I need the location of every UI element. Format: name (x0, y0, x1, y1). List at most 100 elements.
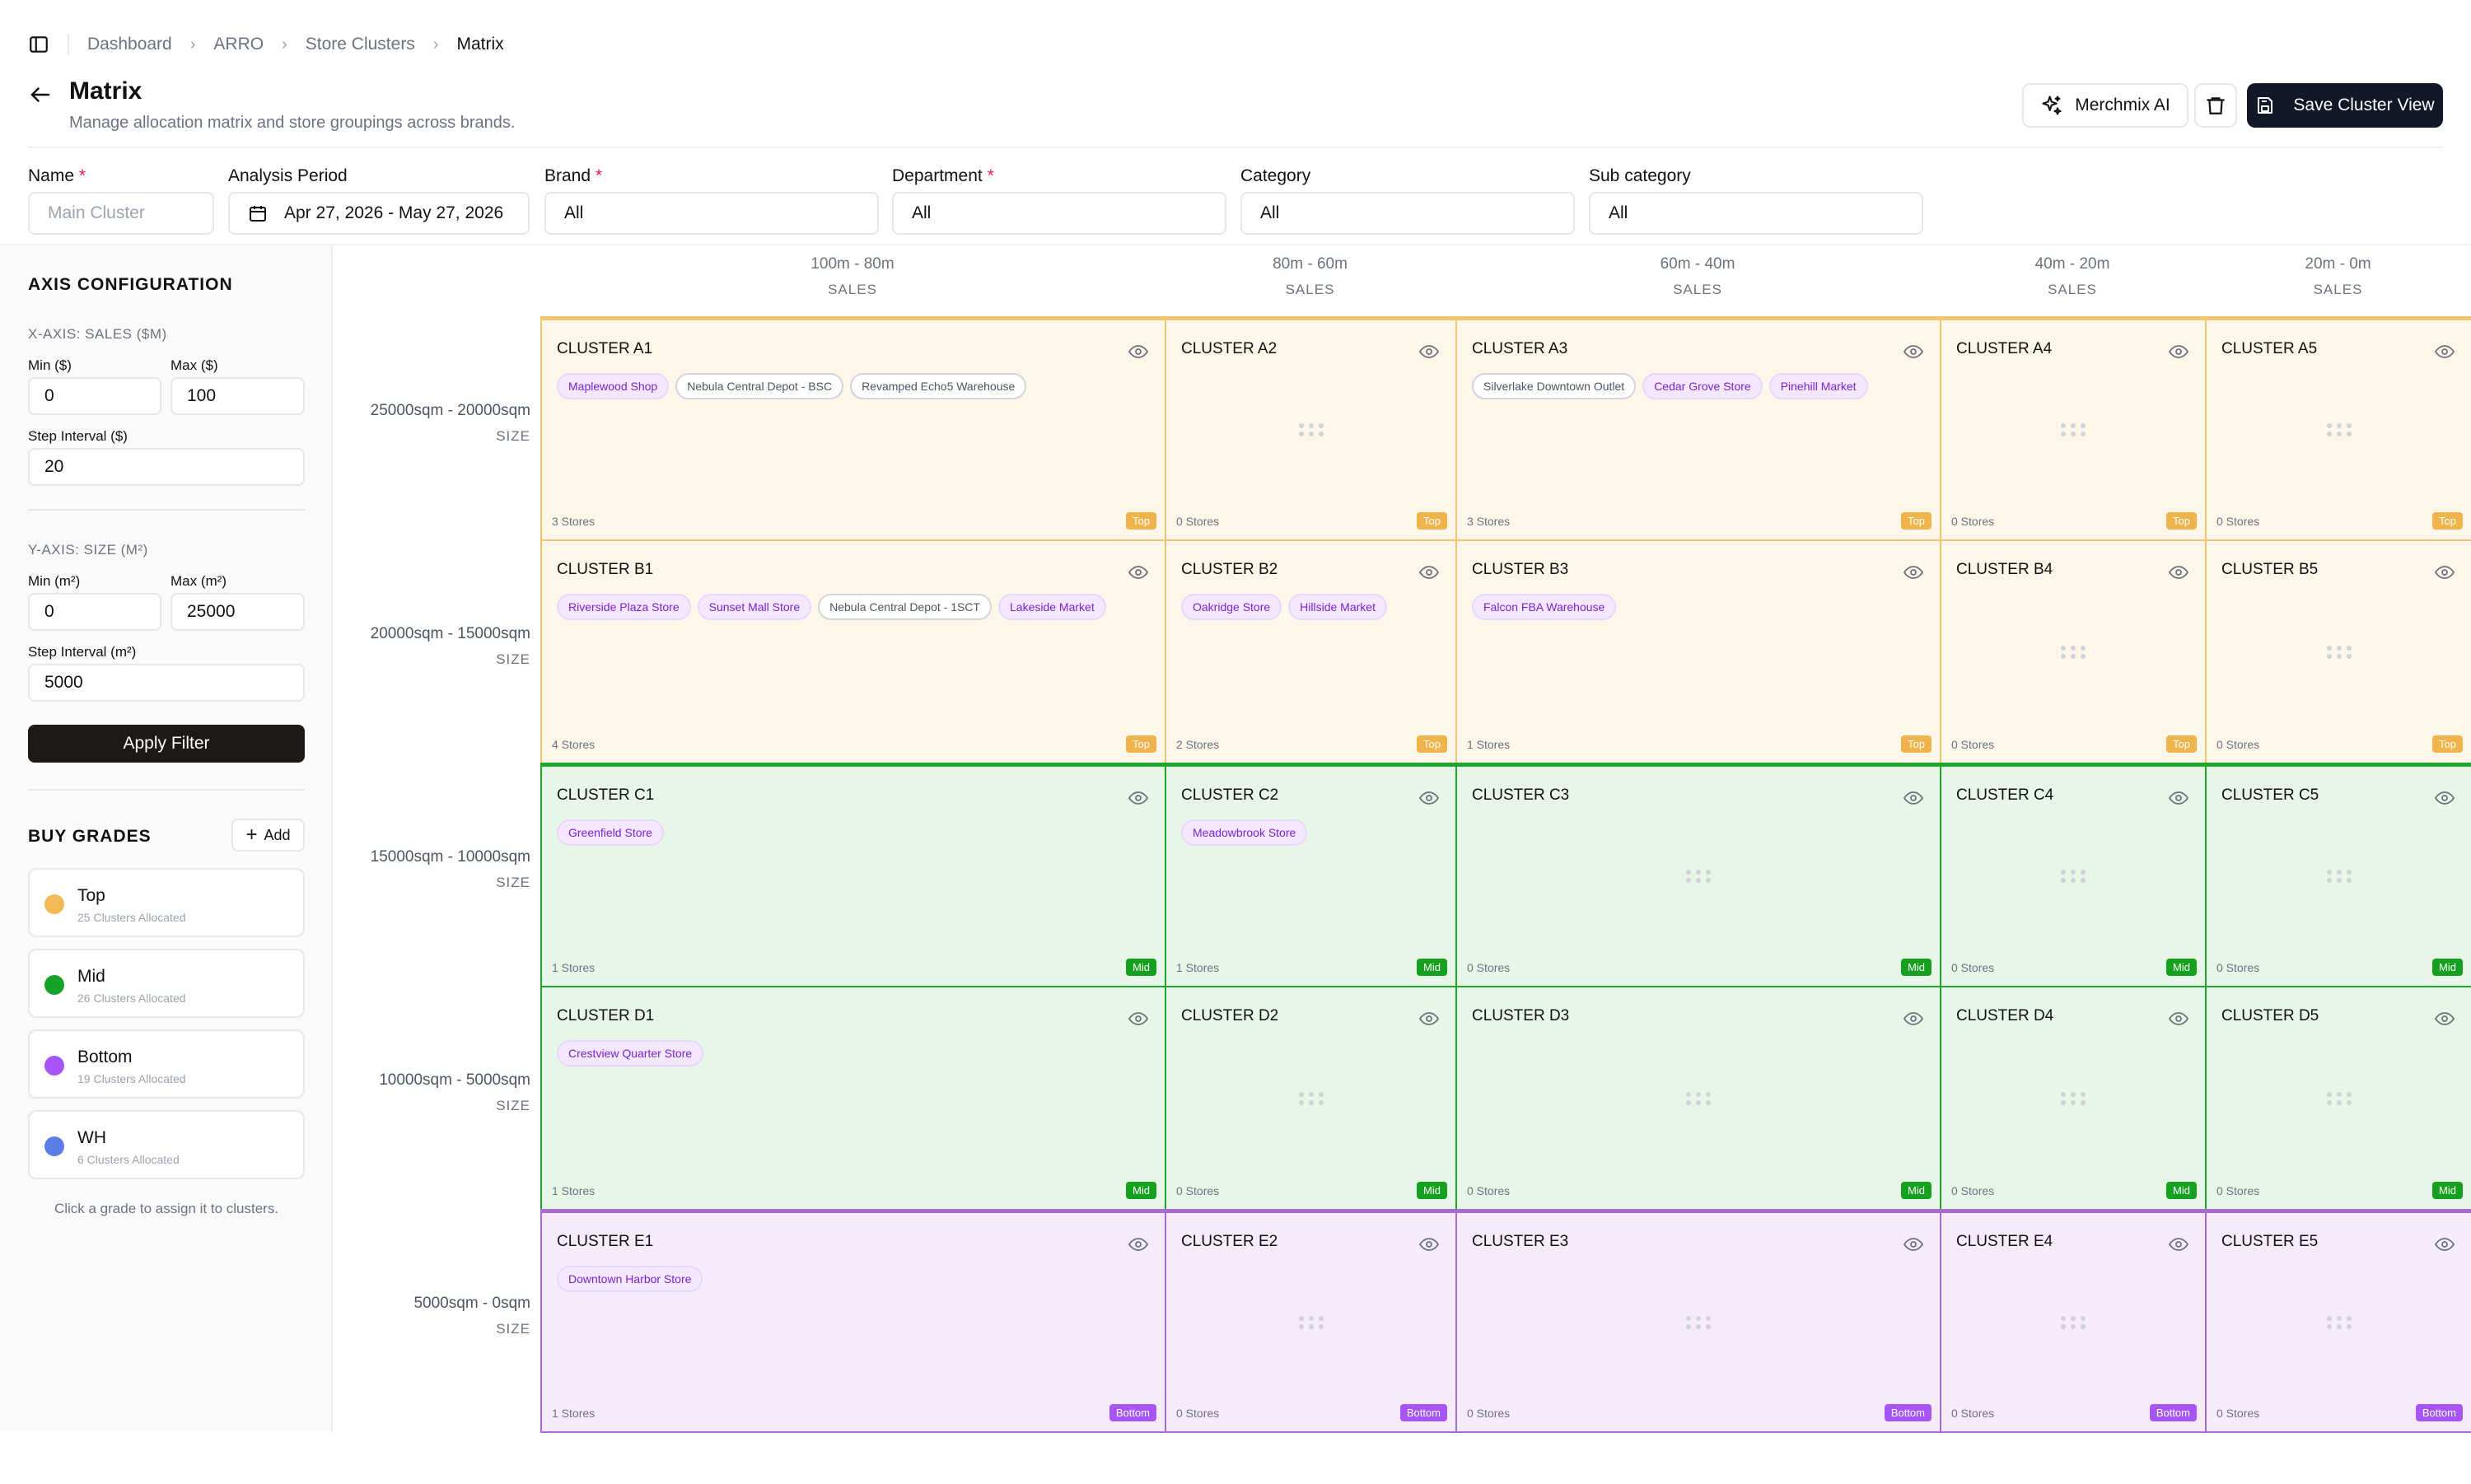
cluster-cell[interactable]: CLUSTER D1 Crestview Quarter Store 1 Store… (540, 986, 1166, 1211)
cluster-cell[interactable]: CLUSTER C1 Greenfield Store 1 Stores Mid (540, 763, 1166, 987)
cluster-cell[interactable]: CLUSTER B1 Riverside Plaza Store Sunset Ma… (540, 539, 1166, 764)
eye-icon[interactable] (2169, 562, 2188, 582)
analysis-period-picker[interactable]: Apr 27, 2026 - May 27, 2026 (228, 192, 530, 235)
name-input[interactable]: Main Cluster (28, 192, 214, 235)
cluster-cell[interactable]: CLUSTER A2 0 Stores Top (1165, 316, 1457, 541)
cluster-cell[interactable]: CLUSTER E1 Downtown Harbor Store 1 Stores B… (540, 1209, 1166, 1433)
store-count: 0 Stores (1467, 961, 1511, 974)
cluster-cell[interactable]: CLUSTER C4 0 Stores Mid (1940, 763, 2207, 987)
grade-name: Top (77, 886, 105, 905)
breadcrumb-arro[interactable]: ARRO (213, 35, 264, 54)
sidebar-toggle-icon[interactable] (28, 34, 49, 55)
grade-card-wh[interactable]: WH 6 Clusters Allocated (28, 1110, 305, 1179)
column-axis-label: SALES (828, 282, 877, 297)
cluster-cell[interactable]: CLUSTER D4 0 Stores Mid (1940, 986, 2207, 1211)
eye-icon[interactable] (1903, 1234, 1923, 1254)
eye-icon[interactable] (1128, 1234, 1148, 1254)
subcategory-select[interactable]: All (1589, 192, 1923, 235)
cluster-cell[interactable]: CLUSTER D3 0 Stores Mid (1455, 986, 1941, 1211)
x-min-input[interactable]: 0 (28, 377, 161, 415)
eye-icon[interactable] (1903, 562, 1923, 582)
store-tag[interactable]: Crestview Quarter Store (557, 1040, 704, 1066)
y-step-input[interactable]: 5000 (28, 664, 305, 702)
store-tag[interactable]: Nebula Central Depot - BSC (675, 373, 844, 399)
y-max-input[interactable]: 25000 (170, 593, 305, 631)
eye-icon[interactable] (1128, 562, 1148, 582)
cluster-cell[interactable]: CLUSTER E2 0 Stores Bottom (1165, 1209, 1457, 1433)
eye-icon[interactable] (2435, 1234, 2455, 1254)
breadcrumb-store-clusters[interactable]: Store Clusters (306, 35, 415, 54)
cluster-cell[interactable]: CLUSTER A1 Maplewood Shop Nebula Central D… (540, 316, 1166, 541)
grade-color-dot (44, 1136, 64, 1156)
breadcrumb-dashboard[interactable]: Dashboard (87, 35, 172, 54)
x-max-input[interactable]: 100 (170, 377, 305, 415)
back-arrow-icon[interactable] (28, 82, 53, 107)
merchmix-ai-button[interactable]: Merchmix AI (2022, 83, 2188, 128)
store-tag[interactable]: Oakridge Store (1181, 594, 1282, 620)
cluster-cell[interactable]: CLUSTER B4 0 Stores Top (1940, 539, 2207, 764)
x-step-input[interactable]: 20 (28, 448, 305, 486)
eye-icon[interactable] (1903, 342, 1923, 362)
store-tag[interactable]: Falcon FBA Warehouse (1472, 594, 1617, 620)
eye-icon[interactable] (1128, 1009, 1148, 1029)
eye-icon[interactable] (2169, 1009, 2188, 1029)
store-tag[interactable]: Pinehill Market (1768, 373, 1868, 399)
eye-icon[interactable] (1419, 1009, 1439, 1029)
department-select[interactable]: All (892, 192, 1226, 235)
store-tag[interactable]: Downtown Harbor Store (557, 1266, 703, 1292)
plus-icon: + (245, 824, 258, 846)
eye-icon[interactable] (2435, 1009, 2455, 1029)
cluster-cell[interactable]: CLUSTER E4 0 Stores Bottom (1940, 1209, 2207, 1433)
eye-icon[interactable] (1128, 342, 1148, 362)
cluster-name: CLUSTER C3 (1472, 786, 1570, 804)
cluster-cell[interactable]: CLUSTER A4 0 Stores Top (1940, 316, 2207, 541)
eye-icon[interactable] (1903, 1009, 1923, 1029)
eye-icon[interactable] (2169, 342, 2188, 362)
store-tag[interactable]: Greenfield Store (557, 819, 664, 846)
cluster-cell[interactable]: CLUSTER C5 0 Stores Mid (2205, 763, 2471, 987)
cluster-cell[interactable]: CLUSTER B2 Oakridge Store Hillside Market 2… (1165, 539, 1457, 764)
grade-card-mid[interactable]: Mid 26 Clusters Allocated (28, 949, 305, 1018)
y-min-input[interactable]: 0 (28, 593, 161, 631)
cluster-cell[interactable]: CLUSTER D2 0 Stores Mid (1165, 986, 1457, 1211)
eye-icon[interactable] (2435, 342, 2455, 362)
cluster-cell[interactable]: CLUSTER B3 Falcon FBA Warehouse 1 Stores To… (1455, 539, 1941, 764)
grade-card-top[interactable]: Top 25 Clusters Allocated (28, 868, 305, 937)
store-tag[interactable]: Riverside Plaza Store (557, 594, 691, 620)
cluster-cell[interactable]: CLUSTER C3 0 Stores Mid (1455, 763, 1941, 987)
store-tag[interactable]: Sunset Mall Store (697, 594, 812, 620)
cluster-cell[interactable]: CLUSTER A5 0 Stores Top (2205, 316, 2471, 541)
eye-icon[interactable] (1419, 788, 1439, 808)
grade-card-bottom[interactable]: Bottom 19 Clusters Allocated (28, 1029, 305, 1099)
cluster-cell[interactable]: CLUSTER B5 0 Stores Top (2205, 539, 2471, 764)
eye-icon[interactable] (1903, 788, 1923, 808)
delete-button[interactable] (2194, 83, 2237, 128)
brand-select[interactable]: All (544, 192, 879, 235)
eye-icon[interactable] (2435, 788, 2455, 808)
category-select[interactable]: All (1240, 192, 1575, 235)
store-tag[interactable]: Revamped Echo5 Warehouse (850, 373, 1027, 399)
eye-icon[interactable] (1419, 1234, 1439, 1254)
cluster-name: CLUSTER C5 (2221, 786, 2319, 804)
eye-icon[interactable] (1419, 342, 1439, 362)
eye-icon[interactable] (1419, 562, 1439, 582)
eye-icon[interactable] (2169, 788, 2188, 808)
cluster-cell[interactable]: CLUSTER E5 0 Stores Bottom (2205, 1209, 2471, 1433)
eye-icon[interactable] (1128, 788, 1148, 808)
save-cluster-view-button[interactable]: Save Cluster View (2247, 83, 2443, 128)
store-tag[interactable]: Maplewood Shop (557, 373, 670, 399)
eye-icon[interactable] (2435, 562, 2455, 582)
apply-filter-button[interactable]: Apply Filter (28, 725, 305, 763)
store-tag[interactable]: Meadowbrook Store (1181, 819, 1308, 846)
eye-icon[interactable] (2169, 1234, 2188, 1254)
store-tag[interactable]: Hillside Market (1288, 594, 1387, 620)
store-tag[interactable]: Silverlake Downtown Outlet (1472, 373, 1637, 399)
store-tag[interactable]: Cedar Grove Store (1642, 373, 1763, 399)
cluster-cell[interactable]: CLUSTER E3 0 Stores Bottom (1455, 1209, 1941, 1433)
store-tag[interactable]: Nebula Central Depot - 1SCT (818, 594, 992, 620)
cluster-cell[interactable]: CLUSTER C2 Meadowbrook Store 1 Stores Mid (1165, 763, 1457, 987)
store-tag[interactable]: Lakeside Market (998, 594, 1106, 620)
cluster-cell[interactable]: CLUSTER A3 Silverlake Downtown Outlet Ceda… (1455, 316, 1941, 541)
add-grade-button[interactable]: + Add (231, 819, 305, 852)
cluster-cell[interactable]: CLUSTER D5 0 Stores Mid (2205, 986, 2471, 1211)
